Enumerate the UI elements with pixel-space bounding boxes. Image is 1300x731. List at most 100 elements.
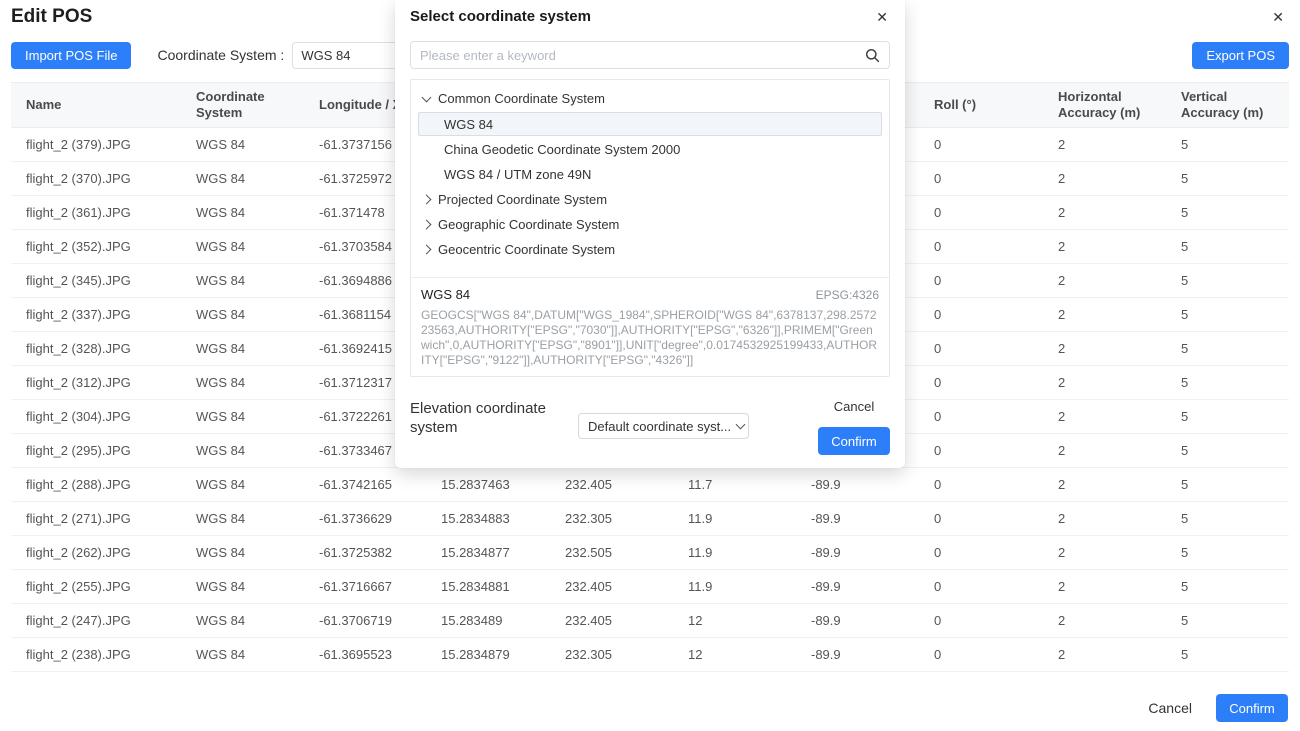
cell-altitude: 232.305 — [565, 647, 688, 662]
cell-coordinate-system: WGS 84 — [196, 443, 319, 458]
modal-cancel-button[interactable]: Cancel — [834, 399, 874, 414]
tree-category-common[interactable]: Common Coordinate System — [416, 86, 884, 111]
modal-close-icon[interactable]: ✕ — [874, 4, 890, 30]
cell-name: flight_2 (361).JPG — [26, 205, 196, 220]
cell-name: flight_2 (304).JPG — [26, 409, 196, 424]
cell-coordinate-system: WGS 84 — [196, 613, 319, 628]
cell-latitude: 15.2834877 — [441, 545, 565, 560]
coordinate-system-list: Common Coordinate System WGS 84 China Ge… — [410, 79, 890, 377]
selected-system-detail: WGS 84 EPSG:4326 GEOGCS["WGS 84",DATUM["… — [411, 277, 889, 376]
coordinate-system-tree: Common Coordinate System WGS 84 China Ge… — [411, 80, 889, 266]
cell-yaw: 11.9 — [688, 511, 811, 526]
export-pos-button[interactable]: Export POS — [1192, 42, 1289, 69]
cell-altitude: 232.305 — [565, 511, 688, 526]
cell-coordinate-system: WGS 84 — [196, 375, 319, 390]
cell-coordinate-system: WGS 84 — [196, 205, 319, 220]
cell-coordinate-system: WGS 84 — [196, 273, 319, 288]
column-header-roll: Roll (°) — [934, 91, 1058, 119]
tree-collapsed-cats: Projected Coordinate System Geographic C… — [416, 187, 884, 262]
cell-name: flight_2 (379).JPG — [26, 137, 196, 152]
table-row[interactable]: flight_2 (262).JPG WGS 84 -61.3725382 15… — [11, 536, 1289, 570]
cell-coordinate-system: WGS 84 — [196, 511, 319, 526]
cell-name: flight_2 (370).JPG — [26, 171, 196, 186]
cell-vertical-accuracy: 5 — [1181, 205, 1289, 220]
cell-horizontal-accuracy: 2 — [1058, 443, 1181, 458]
modal-header: Select coordinate system ✕ — [410, 0, 890, 28]
cell-vertical-accuracy: 5 — [1181, 443, 1289, 458]
cell-name: flight_2 (352).JPG — [26, 239, 196, 254]
cell-latitude: 15.283489 — [441, 613, 565, 628]
column-header-vertical-accuracy: Vertical Accuracy (m) — [1181, 83, 1289, 127]
cell-horizontal-accuracy: 2 — [1058, 273, 1181, 288]
elevation-system-label: Elevation coordinate system — [410, 399, 568, 437]
table-row[interactable]: flight_2 (288).JPG WGS 84 -61.3742165 15… — [11, 468, 1289, 502]
tree-category-label: Geographic Coordinate System — [438, 217, 619, 232]
cell-roll: 0 — [934, 477, 1058, 492]
cell-coordinate-system: WGS 84 — [196, 477, 319, 492]
cell-yaw: 11.9 — [688, 579, 811, 594]
detail-system-name: WGS 84 — [421, 287, 470, 302]
modal-confirm-button[interactable]: Confirm — [818, 427, 890, 455]
cell-name: flight_2 (271).JPG — [26, 511, 196, 526]
cell-vertical-accuracy: 5 — [1181, 171, 1289, 186]
cell-latitude: 15.2834883 — [441, 511, 565, 526]
cell-pitch: -89.9 — [811, 613, 934, 628]
page-cancel-button[interactable]: Cancel — [1148, 700, 1192, 716]
cell-yaw: 12 — [688, 613, 811, 628]
elevation-system-select[interactable]: Default coordinate syst... — [578, 413, 749, 439]
tree-item[interactable]: WGS 84 / UTM zone 49N — [418, 162, 882, 186]
cell-altitude: 232.405 — [565, 579, 688, 594]
table-row[interactable]: flight_2 (271).JPG WGS 84 -61.3736629 15… — [11, 502, 1289, 536]
column-header-name: Name — [26, 91, 196, 119]
cell-name: flight_2 (247).JPG — [26, 613, 196, 628]
table-row[interactable]: flight_2 (255).JPG WGS 84 -61.3716667 15… — [11, 570, 1289, 604]
cell-roll: 0 — [934, 273, 1058, 288]
page-confirm-button[interactable]: Confirm — [1216, 694, 1288, 722]
table-row[interactable]: flight_2 (247).JPG WGS 84 -61.3706719 15… — [11, 604, 1289, 638]
detail-header: WGS 84 EPSG:4326 — [421, 287, 879, 302]
cell-name: flight_2 (295).JPG — [26, 443, 196, 458]
page-footer: Cancel Confirm — [1148, 694, 1288, 722]
search-icon[interactable] — [865, 48, 880, 63]
cell-roll: 0 — [934, 545, 1058, 560]
detail-wkt-text: GEOGCS["WGS 84",DATUM["WGS_1984",SPHEROI… — [421, 308, 879, 368]
cell-roll: 0 — [934, 647, 1058, 662]
cell-vertical-accuracy: 5 — [1181, 477, 1289, 492]
tree-category-label: Common Coordinate System — [438, 91, 605, 106]
cell-roll: 0 — [934, 307, 1058, 322]
page-close-icon[interactable]: ✕ — [1270, 4, 1286, 30]
cell-pitch: -89.9 — [811, 477, 934, 492]
cell-horizontal-accuracy: 2 — [1058, 477, 1181, 492]
tree-category[interactable]: Projected Coordinate System — [416, 187, 884, 212]
cell-horizontal-accuracy: 2 — [1058, 647, 1181, 662]
cell-roll: 0 — [934, 239, 1058, 254]
tree-item[interactable]: WGS 84 — [418, 112, 882, 136]
cell-roll: 0 — [934, 341, 1058, 356]
modal-actions: Cancel Confirm — [818, 399, 890, 455]
keyword-search-box[interactable] — [410, 41, 890, 69]
cell-roll: 0 — [934, 205, 1058, 220]
cell-coordinate-system: WGS 84 — [196, 579, 319, 594]
tree-category-label: Projected Coordinate System — [438, 192, 607, 207]
keyword-search-input[interactable] — [420, 48, 857, 63]
cell-horizontal-accuracy: 2 — [1058, 579, 1181, 594]
cell-horizontal-accuracy: 2 — [1058, 307, 1181, 322]
import-pos-button[interactable]: Import POS File — [11, 42, 131, 69]
cell-roll: 0 — [934, 443, 1058, 458]
cell-vertical-accuracy: 5 — [1181, 307, 1289, 322]
cell-horizontal-accuracy: 2 — [1058, 375, 1181, 390]
cell-altitude: 232.405 — [565, 613, 688, 628]
cell-name: flight_2 (337).JPG — [26, 307, 196, 322]
table-row[interactable]: flight_2 (238).JPG WGS 84 -61.3695523 15… — [11, 638, 1289, 672]
cell-roll: 0 — [934, 613, 1058, 628]
cell-altitude: 232.505 — [565, 545, 688, 560]
tree-item[interactable]: China Geodetic Coordinate System 2000 — [418, 137, 882, 161]
cell-horizontal-accuracy: 2 — [1058, 239, 1181, 254]
cell-name: flight_2 (328).JPG — [26, 341, 196, 356]
tree-category[interactable]: Geocentric Coordinate System — [416, 237, 884, 262]
tree-category[interactable]: Geographic Coordinate System — [416, 212, 884, 237]
cell-name: flight_2 (238).JPG — [26, 647, 196, 662]
cell-coordinate-system: WGS 84 — [196, 647, 319, 662]
cell-longitude: -61.3716667 — [319, 579, 441, 594]
tree-common-items: WGS 84 China Geodetic Coordinate System … — [416, 112, 884, 186]
